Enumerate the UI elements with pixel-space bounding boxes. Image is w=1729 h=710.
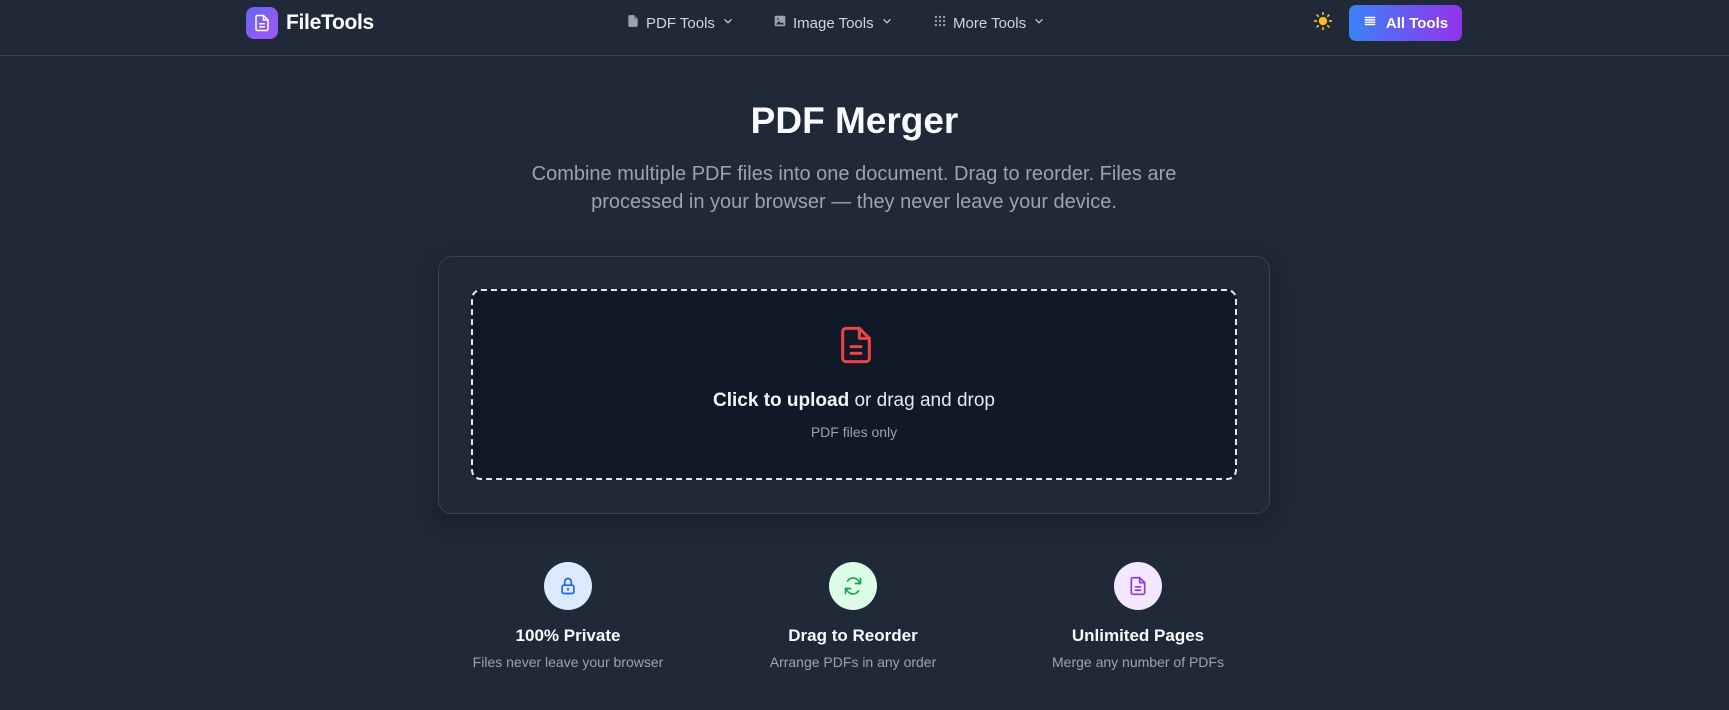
feature-title: Unlimited Pages: [1071, 626, 1205, 645]
nav-image-tools[interactable]: Image Tools: [773, 10, 894, 36]
pdf-file-icon: [836, 325, 876, 365]
feature-title: 100% Private: [515, 626, 621, 645]
top-navbar: FileTools PDF Tools Image Tools More Too…: [0, 0, 1729, 56]
page-title: PDF Merger: [750, 100, 959, 141]
upload-instruction: Click to upload or drag and drop: [473, 390, 1235, 412]
file-icon: [246, 7, 278, 39]
chevron-down-icon: [721, 14, 735, 33]
nav-label: More Tools: [953, 14, 1027, 32]
brand-logo-link[interactable]: FileTools: [246, 7, 374, 39]
upload-card: Click to upload or drag and drop PDF fil…: [438, 256, 1270, 514]
menu-icon: [1363, 14, 1377, 33]
upload-hint: PDF files only: [810, 424, 898, 440]
grid-icon: [933, 14, 947, 33]
nav-label: Image Tools: [793, 14, 874, 32]
all-tools-label: All Tools: [1385, 14, 1449, 32]
drag-drop-label: or drag and drop: [849, 390, 995, 411]
sun-icon: [1313, 11, 1333, 36]
lock-icon: [544, 562, 592, 610]
page-subtitle: Combine multiple PDF files into one docu…: [531, 163, 1177, 213]
feature-unlimited: Unlimited Pages Merge any number of PDFs: [1008, 562, 1268, 670]
feature-reorder: Drag to Reorder Arrange PDFs in any orde…: [723, 562, 983, 670]
feature-private: 100% Private Files never leave your brow…: [438, 562, 698, 670]
feature-description: Merge any number of PDFs: [1052, 654, 1224, 670]
nav-more-tools[interactable]: More Tools: [933, 10, 1046, 36]
nav-label: PDF Tools: [646, 14, 715, 32]
theme-toggle-button[interactable]: [1310, 10, 1336, 36]
image-icon: [773, 14, 787, 33]
click-to-upload-label[interactable]: Click to upload: [713, 390, 849, 411]
feature-description: Files never leave your browser: [472, 654, 664, 670]
feature-title: Drag to Reorder: [788, 626, 918, 645]
nav-pdf-tools[interactable]: PDF Tools: [626, 10, 735, 36]
file-icon: [626, 14, 640, 33]
brand-name: FileTools: [286, 11, 374, 34]
feature-description: Arrange PDFs in any order: [769, 654, 937, 670]
chevron-down-icon: [880, 14, 894, 33]
chevron-down-icon: [1032, 14, 1046, 33]
upload-dropzone[interactable]: Click to upload or drag and drop PDF fil…: [471, 289, 1237, 480]
refresh-icon: [829, 562, 877, 610]
all-tools-button[interactable]: All Tools: [1349, 5, 1462, 41]
document-icon: [1114, 562, 1162, 610]
